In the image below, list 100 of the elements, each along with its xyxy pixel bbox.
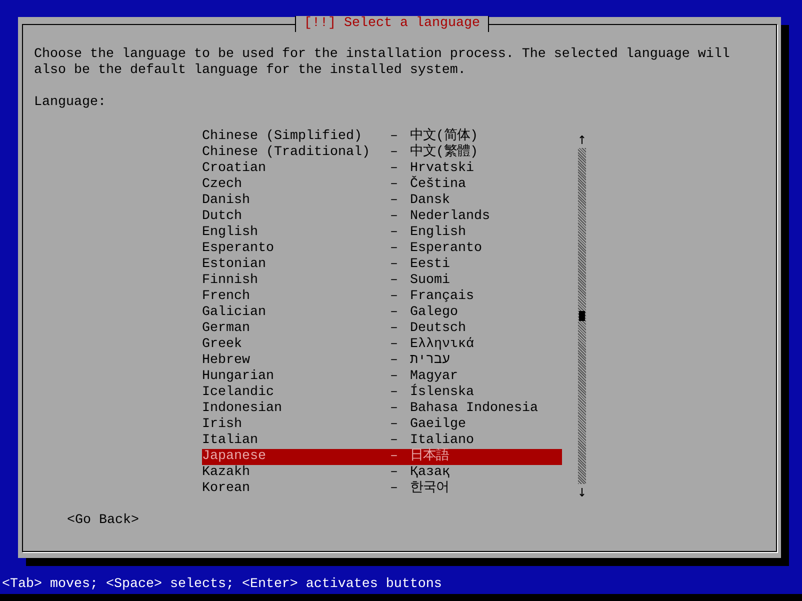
scroll-up-arrow-icon[interactable]: [578, 135, 586, 145]
native-name: Čeština: [410, 177, 466, 193]
native-name: Eesti: [410, 257, 450, 273]
language-name: Greek: [202, 337, 243, 353]
separator-dash: –: [390, 225, 399, 241]
separator-dash: –: [390, 305, 399, 321]
language-item[interactable]: Greek – Ελληνικά: [202, 337, 562, 353]
native-name: Dansk: [410, 193, 450, 209]
language-item[interactable]: French – Français: [202, 289, 562, 305]
status-help-text: <Tab> moves; <Space> selects; <Enter> activates buttons: [1, 577, 443, 594]
separator-dash: –: [390, 433, 399, 449]
native-name: 한국어: [410, 481, 449, 497]
language-name: Esperanto: [202, 241, 275, 257]
native-name: English: [410, 225, 466, 241]
scrollbar-thumb[interactable]: [579, 311, 585, 321]
separator-dash: –: [390, 385, 399, 401]
language-name: Croatian: [202, 161, 267, 177]
native-name: Italiano: [410, 433, 474, 448]
native-name: Gaeilge: [410, 417, 466, 433]
language-name: Hebrew: [202, 353, 251, 369]
separator-dash: –: [390, 241, 399, 257]
go-back-button[interactable]: <Go Back>: [67, 513, 139, 529]
language-name: Chinese (Simplified): [202, 129, 363, 145]
native-name: עברית: [410, 353, 450, 369]
language-name: Czech: [202, 177, 243, 193]
native-name: 日本語: [410, 449, 449, 465]
language-item[interactable]: Italian – Italiano: [202, 433, 562, 449]
language-name: Chinese (Traditional): [202, 145, 371, 161]
separator-dash: –: [390, 209, 399, 225]
language-item[interactable]: German – Deutsch: [202, 321, 562, 337]
language-name: Korean: [202, 481, 251, 497]
separator-dash: –: [390, 129, 399, 145]
language-item[interactable]: Esperanto – Esperanto: [202, 241, 562, 257]
native-name: Íslenska: [410, 385, 474, 401]
language-item[interactable]: Indonesian – Bahasa Indonesia: [202, 401, 562, 417]
language-item[interactable]: Korean – 한국어: [202, 481, 562, 497]
language-name: English: [202, 225, 259, 241]
language-item[interactable]: Danish – Dansk: [202, 193, 562, 209]
separator-dash: –: [390, 449, 399, 465]
native-name: Deutsch: [410, 321, 466, 337]
native-name: Nederlands: [410, 209, 490, 225]
scroll-down-arrow-icon[interactable]: [578, 487, 586, 497]
language-name: Japanese: [202, 449, 267, 465]
separator-dash: –: [390, 145, 399, 161]
native-name: Esperanto: [410, 241, 482, 257]
separator-dash: –: [390, 177, 399, 193]
language-item[interactable]: Estonian – Eesti: [202, 257, 562, 273]
native-name: Ελληνικά: [410, 337, 474, 353]
language-name: Estonian: [202, 257, 267, 273]
dialog-title: [!!] Select a language: [295, 16, 489, 32]
native-name: Suomi: [410, 273, 450, 289]
native-name: Hrvatski: [410, 161, 474, 176]
language-item[interactable]: Kazakh – Қазақ: [202, 465, 562, 481]
native-name: 中文(简体): [410, 129, 478, 144]
language-item[interactable]: Chinese (Simplified) – 中文(简体): [202, 129, 562, 145]
separator-dash: –: [390, 465, 399, 481]
native-name: Français: [410, 289, 474, 305]
language-item[interactable]: Japanese – 日本語: [202, 449, 562, 465]
native-name: Қазақ: [410, 465, 450, 480]
language-name: Danish: [202, 193, 251, 209]
native-name: Magyar: [410, 369, 458, 384]
instruction-text: Choose the language to be used for the installation process. The selected language will also be the default language for the installed system.: [34, 47, 731, 79]
language-item[interactable]: Czech – Čeština: [202, 177, 562, 193]
separator-dash: –: [390, 161, 399, 177]
separator-dash: –: [390, 417, 399, 433]
language-item[interactable]: English – English: [202, 225, 562, 241]
separator-dash: –: [390, 257, 399, 273]
language-item[interactable]: Dutch – Nederlands: [202, 209, 562, 225]
separator-dash: –: [390, 401, 399, 417]
language-name: French: [202, 289, 251, 305]
native-name: Bahasa Indonesia: [410, 401, 538, 417]
separator-dash: –: [390, 273, 399, 289]
scrollbar-track[interactable]: [578, 148, 586, 484]
separator-dash: –: [390, 369, 399, 385]
language-name: Italian: [202, 433, 259, 449]
language-item[interactable]: Hungarian – Magyar: [202, 369, 562, 385]
language-item[interactable]: Croatian – Hrvatski: [202, 161, 562, 177]
language-name: Galician: [202, 305, 267, 321]
separator-dash: –: [390, 289, 399, 305]
native-name: Galego: [410, 305, 458, 321]
separator-dash: –: [390, 337, 399, 353]
language-name: German: [202, 321, 251, 337]
separator-dash: –: [390, 321, 399, 337]
list-label: Language:: [34, 95, 107, 111]
language-name: Icelandic: [202, 385, 275, 401]
language-item[interactable]: Icelandic – Íslenska: [202, 385, 562, 401]
language-item[interactable]: Galician – Galego: [202, 305, 562, 321]
language-name: Dutch: [202, 209, 243, 225]
separator-dash: –: [390, 481, 399, 497]
language-item[interactable]: Chinese (Traditional) – 中文(繁體): [202, 145, 562, 161]
separator-dash: –: [390, 193, 399, 209]
separator-dash: –: [390, 353, 399, 369]
language-item[interactable]: Finnish – Suomi: [202, 273, 562, 289]
native-name: 中文(繁體): [410, 145, 478, 161]
language-name: Hungarian: [202, 369, 275, 385]
language-item[interactable]: Irish – Gaeilge: [202, 417, 562, 433]
language-name: Kazakh: [202, 465, 251, 481]
language-name: Irish: [202, 417, 243, 433]
language-name: Indonesian: [202, 401, 283, 417]
language-name: Finnish: [202, 273, 259, 289]
